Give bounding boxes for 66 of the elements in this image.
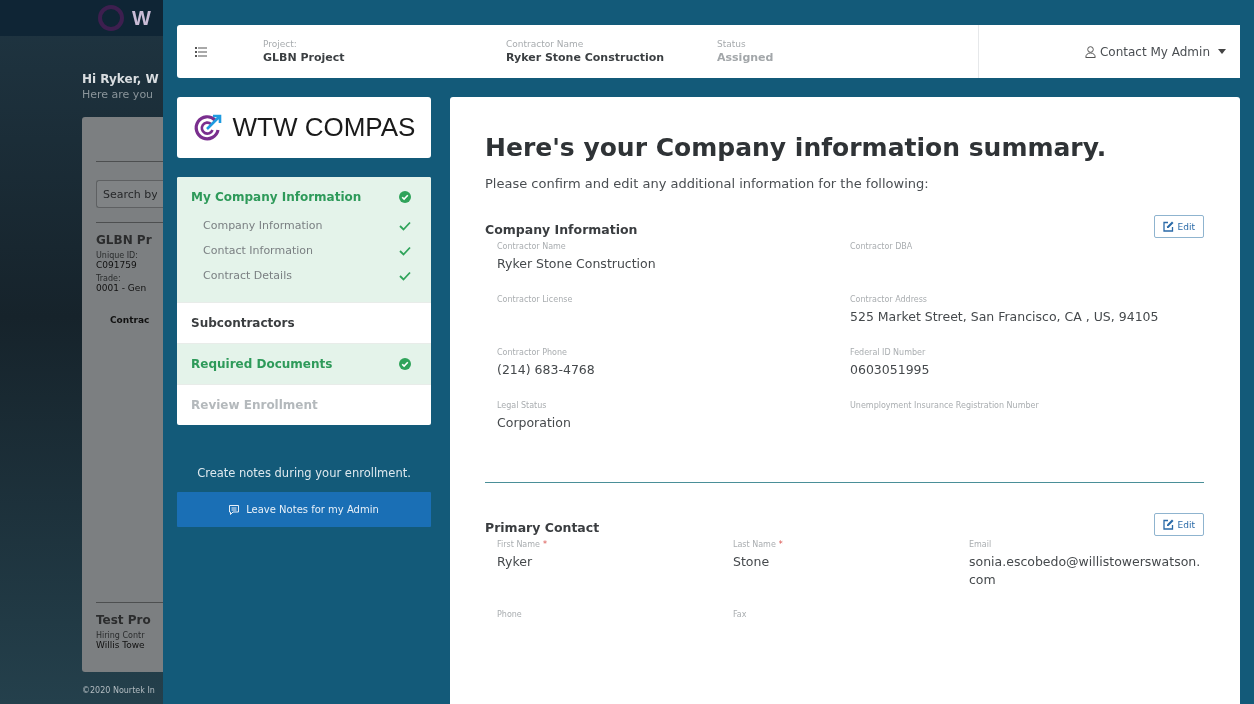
contact-admin-menu[interactable]: Contact My Admin bbox=[978, 25, 1240, 78]
field-value: Stone bbox=[733, 553, 771, 571]
field-label: Phone bbox=[497, 610, 522, 619]
nav-subitem[interactable]: Contact Information bbox=[203, 238, 411, 263]
field-label: Legal Status bbox=[497, 401, 547, 410]
greeting: Hi Ryker, W bbox=[82, 72, 160, 86]
field-label: Status bbox=[717, 39, 747, 49]
field-label: Project: bbox=[263, 39, 298, 49]
field-value: Assigned bbox=[717, 51, 775, 64]
required-mark: * bbox=[543, 540, 547, 549]
page-heading: Here's your Company information summary. bbox=[485, 133, 1108, 162]
field-value: Ryker Stone Construction bbox=[506, 51, 666, 64]
compass-logo-icon bbox=[192, 112, 223, 143]
field-label: Fax bbox=[733, 610, 747, 619]
edit-button[interactable]: Edit bbox=[1153, 513, 1204, 536]
nav-subitem[interactable]: Contract Details bbox=[203, 263, 411, 288]
field-label: Contractor License bbox=[497, 295, 573, 304]
page-subtitle: Please confirm and edit any additional information for the following: bbox=[485, 176, 930, 191]
field-value: Corporation bbox=[497, 414, 572, 432]
field-value: C091759 bbox=[96, 260, 138, 270]
leave-notes-button[interactable]: Leave Notes for my Admin bbox=[177, 492, 431, 527]
field-label: Trade: bbox=[96, 274, 122, 283]
nav-item[interactable]: Required Documents bbox=[177, 344, 431, 384]
edit-icon bbox=[1162, 519, 1174, 530]
check-circle-icon bbox=[399, 191, 411, 203]
field-label: Federal ID Number bbox=[850, 348, 926, 357]
field-label: Contractor Address bbox=[850, 295, 927, 304]
logo-text: W bbox=[132, 6, 151, 30]
edit-icon bbox=[1162, 221, 1174, 232]
notes-hint: Create notes during your enrollment. bbox=[196, 466, 412, 480]
edit-button[interactable]: Edit bbox=[1153, 215, 1204, 238]
field-label: Contractor Name bbox=[506, 39, 585, 49]
field-value: sonia.escobedo@willistowerswatson.com bbox=[969, 553, 1202, 589]
search-field[interactable]: Search by bbox=[96, 180, 163, 208]
field-value: (214) 683-4768 bbox=[497, 361, 596, 379]
field-value: 0001 - Gen bbox=[96, 283, 148, 293]
project-title: Test Pro bbox=[96, 613, 152, 627]
field-label: Contractor Name bbox=[497, 242, 566, 251]
field-value: 0603051995 bbox=[850, 361, 931, 379]
field-value: GLBN Project bbox=[263, 51, 346, 64]
field-label: Email bbox=[969, 540, 992, 549]
field-value: Ryker Stone Construction bbox=[497, 255, 657, 273]
field-value: Ryker bbox=[497, 553, 534, 571]
section-title: Primary Contact bbox=[485, 520, 600, 535]
comment-icon bbox=[229, 504, 240, 515]
field-label: Contractor DBA bbox=[850, 242, 913, 251]
nav-item[interactable]: Subcontractors bbox=[177, 303, 431, 343]
logo-text: WTW COMPAS bbox=[232, 112, 416, 143]
field-label: Last Name bbox=[733, 540, 776, 549]
check-circle-icon bbox=[399, 358, 411, 370]
field-value: Willis Towe bbox=[96, 640, 146, 650]
logo-icon bbox=[98, 5, 124, 31]
section-title: Company Information bbox=[485, 222, 638, 237]
field-label: Unemployment Insurance Registration Number bbox=[850, 401, 1039, 410]
user-icon bbox=[1085, 45, 1096, 58]
list-menu-icon[interactable] bbox=[195, 46, 207, 57]
required-mark: * bbox=[778, 540, 783, 549]
copyright-text: ©2020 Nourtek In bbox=[82, 686, 156, 695]
field-label: Unique ID: bbox=[96, 251, 139, 260]
field-value: 525 Market Street, San Francisco, CA , US, 94105 bbox=[850, 308, 1160, 326]
caret-icon bbox=[1218, 49, 1226, 54]
project-title: GLBN Pr bbox=[96, 233, 153, 247]
field-label: First Name bbox=[497, 540, 540, 549]
field-label: Hiring Contr bbox=[96, 631, 146, 640]
subgreeting: Here are you bbox=[82, 88, 155, 101]
field-label: Contractor Phone bbox=[497, 348, 567, 357]
